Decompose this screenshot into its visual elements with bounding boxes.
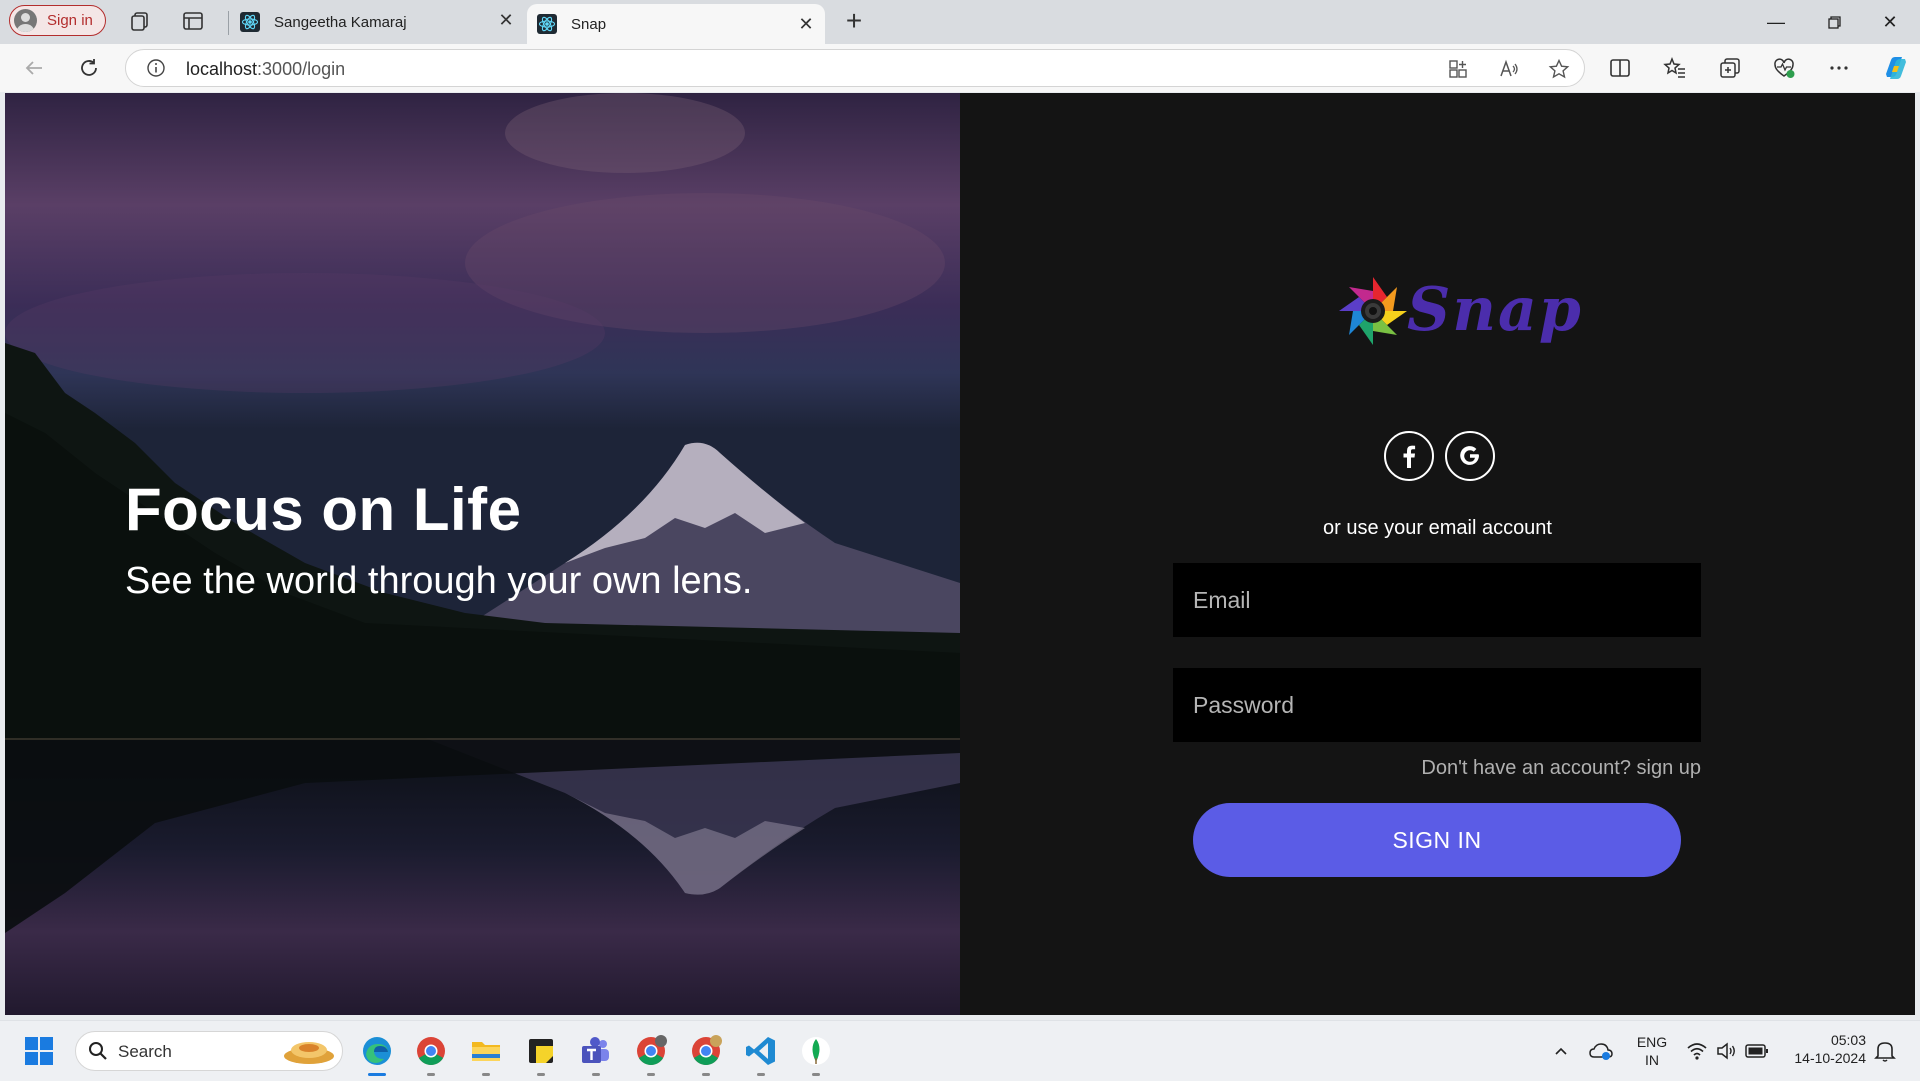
close-tab-icon[interactable]: ✕	[797, 15, 815, 33]
tab-sangeetha-kamaraj[interactable]: Sangeetha Kamaraj ✕	[230, 0, 525, 44]
more-options-icon[interactable]	[1827, 56, 1851, 80]
running-indicator	[757, 1073, 765, 1076]
mountain-lake-illustration	[5, 93, 960, 1015]
email-input[interactable]	[1173, 563, 1701, 637]
battery-icon[interactable]	[1745, 1043, 1769, 1059]
region-code: IN	[1645, 1052, 1659, 1068]
chevron-up-icon[interactable]	[1553, 1043, 1569, 1059]
close-window-icon[interactable]: ✕	[1876, 8, 1904, 36]
vscode-icon	[746, 1037, 775, 1065]
running-indicator	[537, 1073, 545, 1076]
clock[interactable]: 05:03 14-10-2024	[1782, 1031, 1866, 1067]
volume-icon[interactable]	[1716, 1041, 1738, 1061]
chrome-profile-icon	[692, 1035, 722, 1065]
tab-title: Sangeetha Kamaraj	[274, 13, 407, 31]
running-indicator	[482, 1073, 490, 1076]
chrome-icon	[417, 1037, 445, 1065]
chrome-profile-icon	[637, 1035, 667, 1065]
running-indicator	[702, 1073, 710, 1076]
windows-start-icon[interactable]	[23, 1035, 55, 1067]
url-text: localhost:3000/login	[186, 59, 346, 79]
food-bowl-icon	[284, 1042, 334, 1064]
favorites-icon[interactable]	[1663, 56, 1687, 80]
signup-link[interactable]: Don't have an account? sign up	[1421, 757, 1701, 780]
profile-signin-button[interactable]: Sign in	[9, 5, 106, 36]
clock-time: 05:03	[1830, 1032, 1866, 1048]
password-input[interactable]	[1173, 668, 1701, 742]
browser-address-bar: localhost:3000/login	[0, 44, 1920, 92]
camera-aperture-icon	[1339, 277, 1407, 345]
app-available-icon[interactable]	[1447, 58, 1469, 80]
edge-icon	[363, 1037, 391, 1065]
hero-subtitle: See the world through your own lens.	[125, 560, 753, 602]
close-tab-icon[interactable]: ✕	[497, 11, 515, 29]
tab-title: Snap	[571, 15, 607, 33]
windows-taskbar: Search ENG IN 05:03 14-10-2024	[0, 1020, 1920, 1081]
minimize-icon[interactable]: —	[1762, 8, 1790, 36]
onedrive-sync-icon[interactable]	[1589, 1040, 1613, 1062]
tab-actions-icon[interactable]	[181, 9, 205, 33]
facebook-login-button[interactable]	[1384, 431, 1434, 481]
google-login-button[interactable]	[1445, 431, 1495, 481]
notification-bell-icon[interactable]	[1874, 1039, 1896, 1063]
hero-title: Focus on Life	[125, 476, 522, 543]
copilot-icon[interactable]	[1880, 52, 1912, 84]
google-icon	[1460, 446, 1479, 465]
login-page: Focus on Life See the world through your…	[5, 93, 1915, 1015]
collections-icon[interactable]	[1718, 56, 1742, 80]
folder-icon	[472, 1042, 500, 1061]
teams-icon	[582, 1037, 609, 1063]
profile-signin-label: Sign in	[47, 12, 93, 29]
browser-essentials-icon[interactable]	[1772, 56, 1796, 80]
mongodb-leaf-icon	[802, 1037, 830, 1065]
clock-date: 14-10-2024	[1794, 1050, 1866, 1066]
taskbar-search[interactable]: Search	[75, 1031, 343, 1071]
password-field[interactable]	[1173, 668, 1701, 742]
email-field[interactable]	[1173, 563, 1701, 637]
react-icon	[537, 14, 557, 34]
language-code: ENG	[1636, 1034, 1668, 1050]
facebook-icon	[1403, 445, 1416, 468]
snap-logo: Snap	[1337, 273, 1581, 353]
running-indicator	[427, 1073, 435, 1076]
search-label: Search	[118, 1042, 172, 1061]
url-field[interactable]: localhost:3000/login	[125, 49, 1585, 87]
react-icon	[240, 12, 260, 32]
wifi-icon[interactable]	[1686, 1041, 1708, 1061]
running-indicator	[647, 1073, 655, 1076]
browser-tab-bar: Sign in Sangeetha Kamaraj ✕ Snap ✕ + — ✕	[0, 0, 1920, 44]
signin-button[interactable]: SIGN IN	[1193, 803, 1681, 877]
back-icon[interactable]	[22, 56, 46, 80]
running-indicator	[592, 1073, 600, 1076]
search-icon	[89, 1042, 107, 1060]
new-tab-icon[interactable]: +	[840, 7, 868, 36]
tab-snap[interactable]: Snap ✕	[527, 4, 825, 44]
login-panel: Snap or use your email account Don't hav…	[960, 93, 1915, 1015]
site-info-icon[interactable]	[146, 58, 166, 78]
active-indicator	[368, 1073, 386, 1076]
tab-separator	[228, 11, 229, 35]
logo-wordmark: Snap	[1407, 275, 1583, 345]
email-option-text: or use your email account	[1322, 517, 1552, 539]
refresh-icon[interactable]	[77, 56, 101, 80]
restore-icon[interactable]	[1820, 8, 1848, 36]
read-aloud-icon[interactable]	[1498, 58, 1520, 80]
sticky-notes-icon	[529, 1039, 553, 1063]
hero-image: Focus on Life See the world through your…	[5, 93, 960, 1015]
favorite-star-icon[interactable]	[1548, 58, 1570, 80]
workspaces-icon[interactable]	[129, 9, 153, 33]
language-indicator[interactable]: ENG IN	[1632, 1033, 1672, 1069]
split-screen-icon[interactable]	[1608, 56, 1632, 80]
running-indicator	[812, 1073, 820, 1076]
avatar-icon	[14, 9, 37, 32]
